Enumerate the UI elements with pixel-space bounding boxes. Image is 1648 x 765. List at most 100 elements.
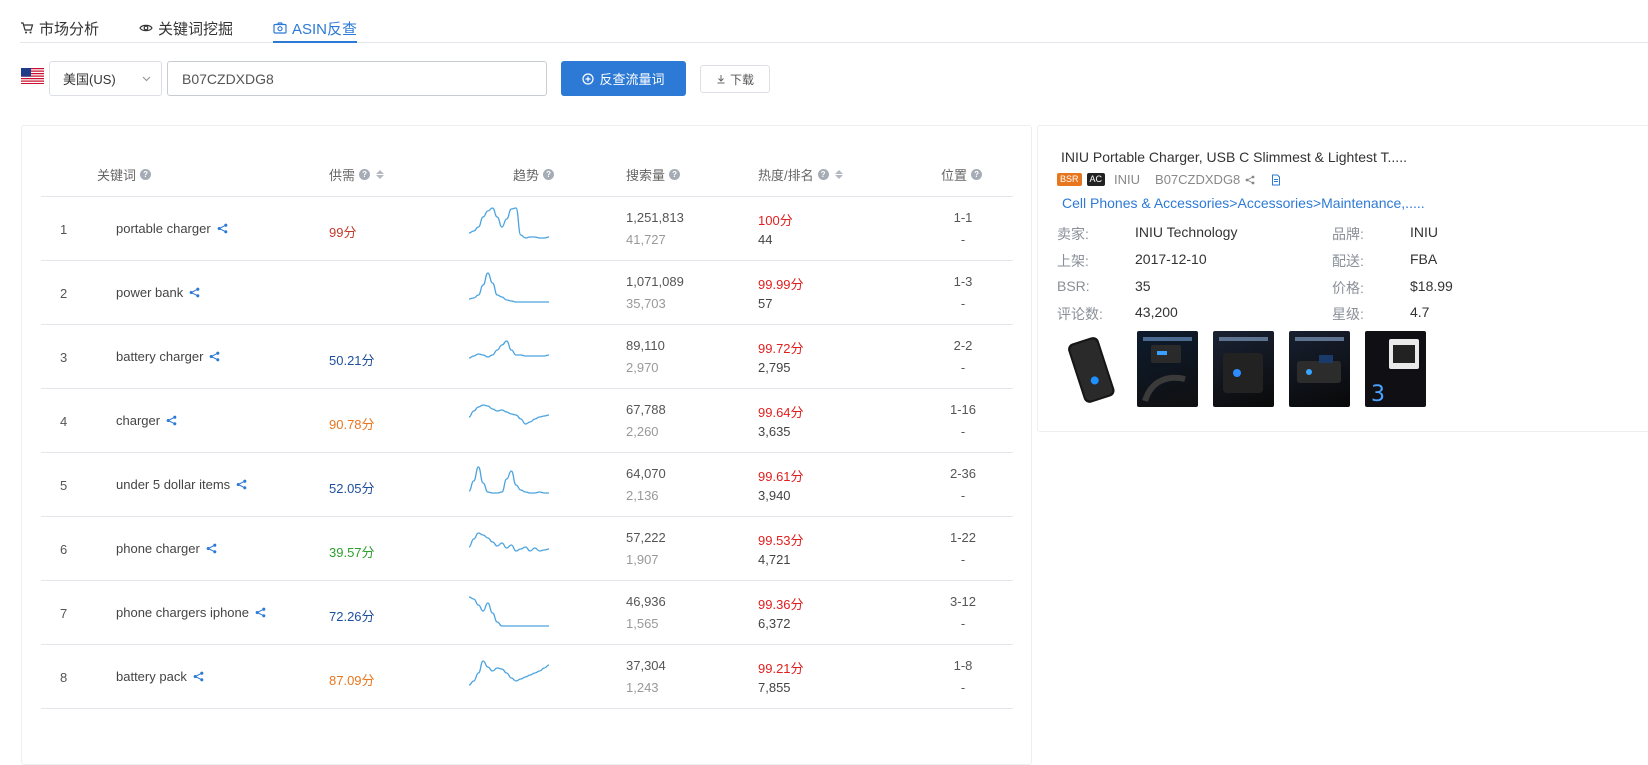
row-position: 1-16 [949,402,977,417]
row-keyword[interactable]: battery charger [116,349,220,364]
download-label: 下载 [729,72,754,87]
row-search-volume-sub: 1,907 [626,552,659,567]
trend-sparkline [468,340,550,359]
table-row[interactable]: 5 under 5 dollar items 52.05分 64,070 2,136 99… [41,453,1013,517]
table-row[interactable]: 8 battery pack 87.09分 37,304 1,243 99.21分 7,85… [41,645,1013,709]
share-icon[interactable] [255,607,266,618]
help-icon[interactable]: ? [359,168,371,180]
product-image[interactable]: 3 [1365,331,1426,407]
trend-line [468,340,550,359]
product-title[interactable]: INIU Portable Charger, USB C Slimmest & … [1061,149,1407,165]
price-value: $18.99 [1410,278,1453,294]
row-heat-score: 99.53分 [758,533,804,548]
header-keyword-label: 关键词 [97,167,137,183]
reverse-lookup-button[interactable]: 反查流量词 [561,61,686,96]
asin-input[interactable] [167,61,547,96]
share-icon[interactable] [217,223,228,234]
price-label: 价格: [1332,280,1364,296]
row-heat-score: 99.61分 [758,469,804,484]
table-row[interactable]: 1 portable charger 99分 1,251,813 41,727 100分 4… [41,197,1013,261]
product-card: INIU Portable Charger, USB C Slimmest & … [1037,125,1648,432]
row-search-volume: 67,788 [626,402,666,417]
help-icon[interactable]: ? [140,168,152,180]
tab-asin-reverse[interactable]: ASIN反查 [273,14,358,43]
table-row[interactable]: 2 power bank 1,071,089 35,703 99.99分 57 1-3 - [41,261,1013,325]
help-icon[interactable]: ? [971,168,983,180]
row-position-sub: - [960,360,966,375]
table-row[interactable]: 6 phone charger 39.57分 57,222 1,907 99.53分 4,7… [41,517,1013,581]
table-row[interactable]: 7 phone chargers iphone 72.26分 46,936 1,565 9… [41,581,1013,645]
svg-text:3: 3 [1371,382,1385,407]
header-supply[interactable]: 供需 ? [329,151,385,197]
row-position-sub: - [960,680,966,695]
camera-icon [273,22,287,34]
trend-line [468,272,549,303]
help-icon[interactable]: ? [669,168,681,180]
row-search-volume-sub: 35,703 [626,296,666,311]
row-keyword[interactable]: charger [116,413,177,428]
marketplace-select[interactable]: 美国(US) [49,61,162,96]
row-keyword[interactable]: phone chargers iphone [116,605,266,620]
stars-label: 星级: [1332,306,1364,322]
row-position: 2-36 [949,466,977,481]
sort-icon[interactable] [376,169,385,179]
keyword-text: phone charger [116,541,200,556]
download-button[interactable]: 下载 [700,65,770,93]
stars-value: 4.7 [1410,304,1430,320]
table-row[interactable]: 3 battery charger 50.21分 89,110 2,970 99.72分 2… [41,325,1013,389]
document-icon[interactable] [1270,174,1282,186]
tab-label: 市场分析 [39,20,100,38]
tab-market-analysis[interactable]: 市场分析 [20,14,99,42]
row-search-volume-sub: 2,136 [626,488,659,503]
share-icon[interactable] [189,287,200,298]
row-rank: 1 [60,222,68,237]
share-icon[interactable] [193,671,204,682]
row-keyword[interactable]: portable charger [116,221,228,236]
shipping-label: 配送: [1332,253,1364,269]
help-icon[interactable]: ? [543,168,555,180]
product-image[interactable] [1137,331,1198,407]
row-keyword[interactable]: power bank [116,285,200,300]
row-supply-score: 50.21分 [329,353,375,368]
row-position-sub: - [960,552,966,567]
share-icon[interactable] [206,543,217,554]
header-heat-rank[interactable]: 热度/排名 ? [758,151,843,197]
share-icon[interactable] [1245,175,1255,185]
row-keyword[interactable]: phone charger [116,541,217,556]
category-breadcrumb[interactable]: Cell Phones & Accessories>Accessories>Ma… [1062,195,1425,211]
header-keyword: 关键词 ? [97,151,152,197]
row-position: 1-22 [949,530,977,545]
trend-sparkline [468,532,550,552]
row-heat-rank: 57 [758,296,773,311]
share-icon[interactable] [166,415,177,426]
table-row[interactable]: 4 charger 90.78分 67,788 2,260 99.64分 3,635 1-16… [41,389,1013,453]
trend-sparkline [468,272,549,303]
tab-keyword-mining[interactable]: 关键词挖掘 [139,14,233,42]
row-rank: 8 [60,670,68,685]
row-heat-rank: 6,372 [758,616,791,631]
trend-line [468,596,549,627]
trend-sparkline [468,596,549,627]
ac-badge: AC [1086,173,1106,186]
row-position-sub: - [960,616,966,631]
row-keyword[interactable]: battery pack [116,669,204,684]
share-icon[interactable] [236,479,247,490]
help-icon[interactable]: ? [817,168,829,180]
row-rank: 3 [60,350,68,365]
product-image[interactable] [1289,331,1350,407]
trend-sparkline [468,466,549,494]
row-search-volume: 89,110 [626,338,665,353]
bsr-label: BSR: [1057,278,1090,294]
tab-label: ASIN反查 [292,20,358,38]
keyword-table-panel: 关键词 ? 供需 ? 趋势 ? 搜索量 ? 热度/排名 ? 位置 ? 1 port… [21,125,1032,765]
row-rank: 4 [60,414,68,429]
keyword-text: phone chargers iphone [116,605,249,620]
product-image[interactable] [1213,331,1274,407]
sort-icon[interactable] [834,169,843,179]
share-icon[interactable] [209,351,220,362]
keyword-text: battery pack [116,669,187,684]
product-badges: BSR AC INIU B07CZDXDG8 [1057,172,1282,187]
row-rank: 2 [60,286,68,301]
product-image[interactable] [1061,331,1122,407]
row-keyword[interactable]: under 5 dollar items [116,477,247,492]
